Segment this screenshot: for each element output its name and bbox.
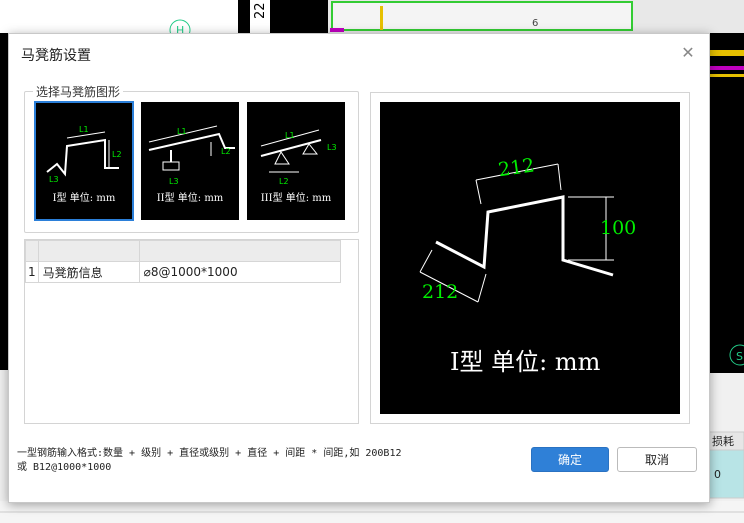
header-index-cell (25, 240, 39, 262)
bg-right-header: 损耗 (712, 434, 734, 448)
shape-type-3-option[interactable]: L1 L2 L3 III型 单位: mm (247, 102, 345, 220)
bg-label-6: 6 (532, 18, 538, 29)
bg-label-s: S (736, 350, 743, 363)
shape-preview-panel: 212 100 212 I型 单位: mm (370, 92, 690, 424)
table-header-row (25, 240, 341, 262)
header-name-cell (37, 240, 140, 262)
close-icon[interactable]: ✕ (677, 42, 699, 64)
property-table: 1 马凳筋信息 ⌀8@1000*1000 (25, 240, 341, 283)
hint-line-1: 一型钢筋输入格式:数量 + 级别 + 直径或级别 + 直径 + 间距 * 间距,… (17, 448, 402, 459)
hint-line-2: 或 B12@1000*1000 (17, 462, 112, 473)
preview-dim-l2: 100 (600, 217, 636, 239)
row-index: 1 (25, 261, 39, 283)
preview-caption: I型 单位: mm (450, 348, 601, 376)
shape-3-l3: L3 (327, 143, 337, 152)
stirrup-settings-dialog: 马凳筋设置 ✕ 选择马凳筋图形 L1 L2 L3 I型 单位: mm L1 L3… (8, 33, 710, 503)
shape-select-group: 选择马凳筋图形 L1 L2 L3 I型 单位: mm L1 L3 L2 II型 … (24, 83, 359, 233)
dialog-title: 马凳筋设置 (21, 48, 91, 64)
bg-label-22: 22 (253, 2, 268, 19)
shape-type-1-caption: I型 单位: mm (52, 193, 116, 204)
shape-1-l3: L3 (49, 175, 59, 184)
shape-type-1-option[interactable]: L1 L2 L3 I型 单位: mm (34, 101, 134, 221)
preview-dim-l3: 212 (422, 281, 458, 303)
property-grid: 1 马凳筋信息 ⌀8@1000*1000 (24, 239, 359, 424)
shape-3-l2: L2 (279, 177, 289, 186)
shape-2-l1: L1 (177, 127, 187, 136)
header-value-cell (138, 240, 341, 262)
row-name: 马凳筋信息 (37, 261, 140, 283)
row-value-cell[interactable]: ⌀8@1000*1000 (138, 261, 341, 283)
shape-type-2-caption: II型 单位: mm (156, 193, 224, 204)
ok-button[interactable]: 确定 (531, 447, 609, 472)
table-row: 1 马凳筋信息 ⌀8@1000*1000 (25, 261, 341, 283)
shape-1-l2: L2 (112, 150, 122, 159)
input-format-hint: 一型钢筋输入格式:数量 + 级别 + 直径或级别 + 直径 + 间距 * 间距,… (17, 447, 402, 475)
shape-3-l1: L1 (285, 131, 295, 140)
shape-2-l3: L3 (169, 177, 179, 186)
cancel-button[interactable]: 取消 (617, 447, 697, 472)
shape-1-l1: L1 (79, 125, 89, 134)
shape-group-label: 选择马凳筋图形 (33, 83, 124, 100)
shape-type-3-caption: III型 单位: mm (260, 193, 332, 204)
shape-preview-canvas: 212 100 212 I型 单位: mm (380, 102, 680, 414)
bg-right-cell: 0 (714, 468, 721, 481)
shape-2-l2: L2 (221, 147, 231, 156)
preview-drawing: 212 100 212 I型 单位: mm (419, 154, 636, 376)
preview-dim-l1: 212 (497, 154, 536, 181)
shape-type-2-option[interactable]: L1 L3 L2 II型 单位: mm (141, 102, 239, 220)
